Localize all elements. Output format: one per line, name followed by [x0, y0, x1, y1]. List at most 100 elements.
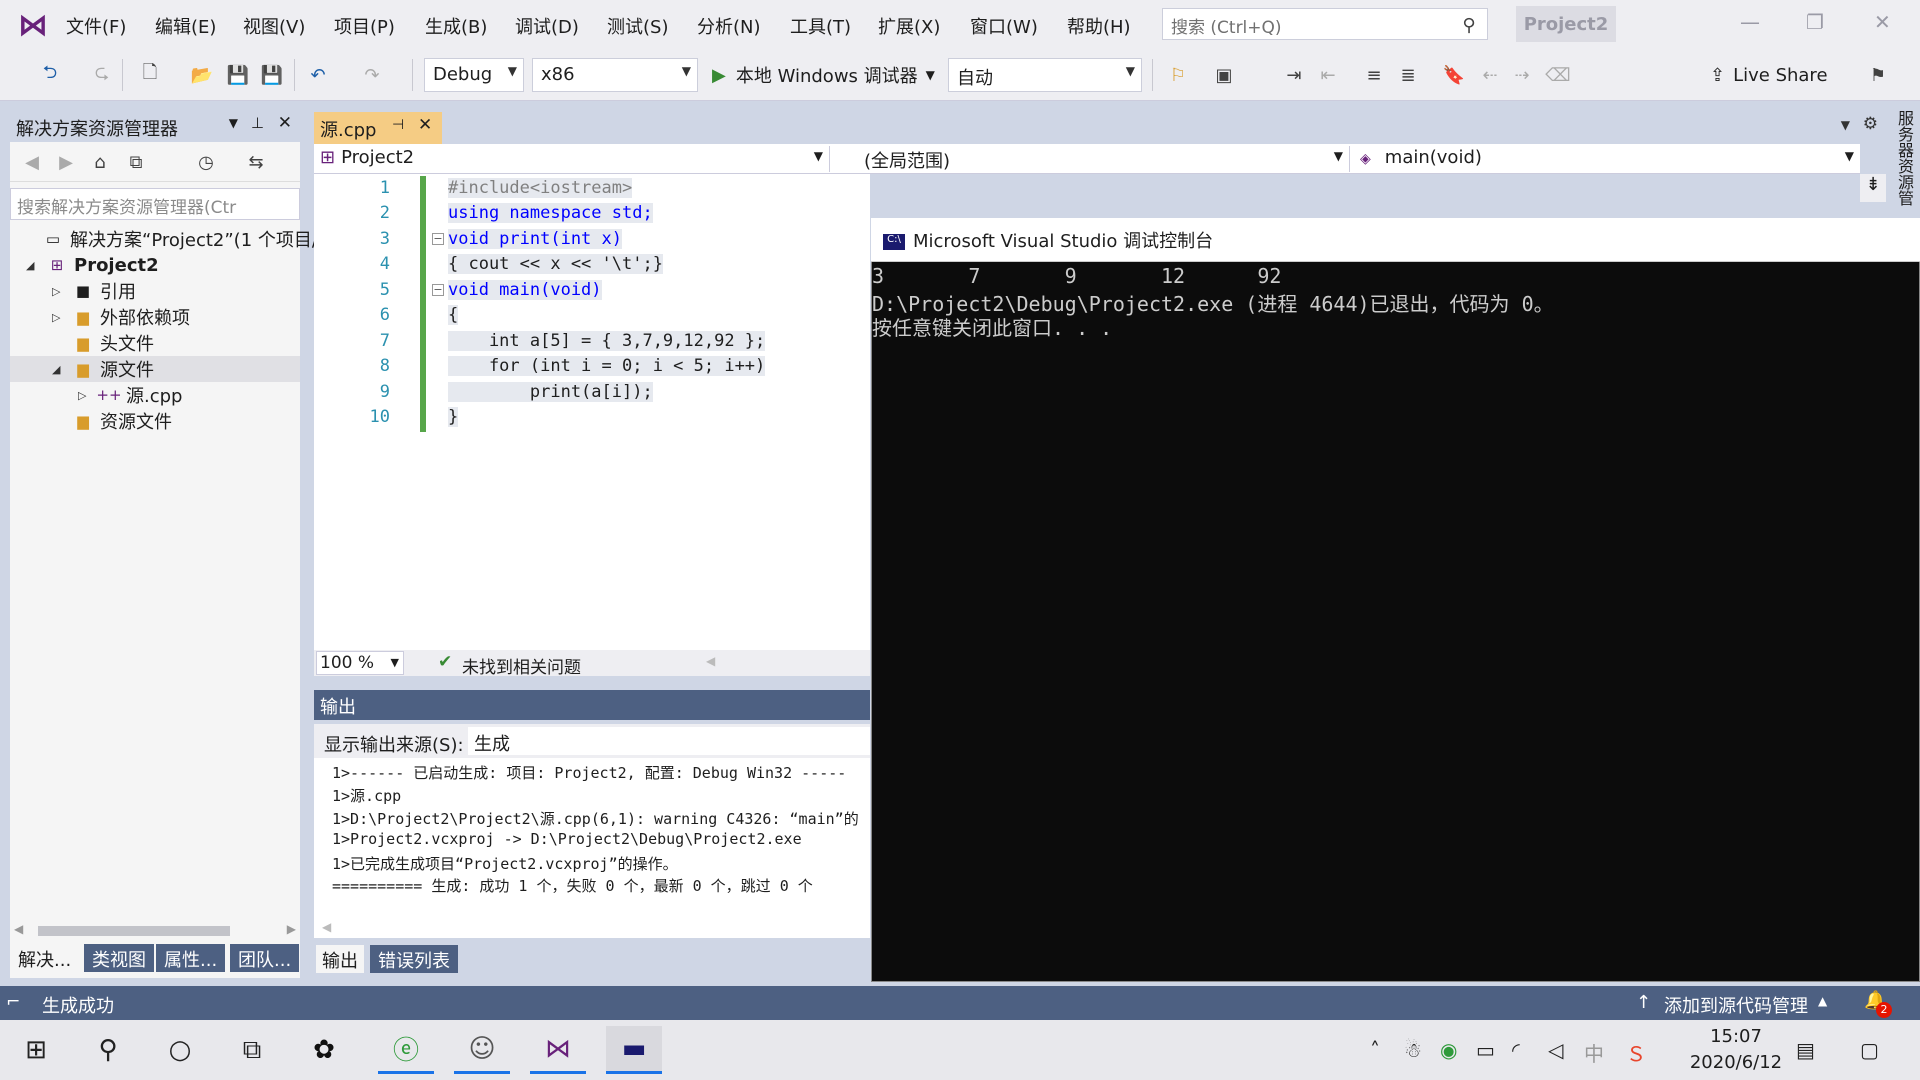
tab-output[interactable]: 输出 [316, 945, 364, 973]
find-icon[interactable]: ⚐ [1164, 61, 1192, 89]
gear-icon[interactable]: ⚙ [1863, 114, 1878, 134]
action-center-icon[interactable]: ▢ [1860, 1038, 1879, 1062]
volume-icon[interactable]: ◁ [1548, 1038, 1563, 1062]
menu-debug[interactable]: 调试(D) [515, 13, 579, 39]
open-folder-icon[interactable]: 📂 [188, 61, 216, 89]
forward-icon[interactable]: ⮎ [88, 61, 116, 89]
debug-console-titlebar[interactable]: C:\ Microsoft Visual Studio 调试控制台 [871, 218, 1920, 262]
menu-help[interactable]: 帮助(H) [1067, 13, 1131, 39]
switch-view-icon[interactable]: ⧉ [122, 148, 150, 176]
issues-status[interactable]: 未找到相关问题 [462, 653, 581, 678]
step-icon[interactable]: ⇥ [1280, 61, 1308, 89]
home-icon[interactable]: ⌂ [86, 148, 114, 176]
code-editor[interactable]: 1 2 3 4 5 6 7 8 9 10 − − #include<iostre… [314, 174, 870, 650]
split-editor-icon[interactable]: ⇟ [1860, 174, 1886, 202]
scroll-right-icon[interactable]: ▶ [287, 922, 296, 936]
prev-bookmark-icon[interactable]: ⇠ [1476, 61, 1504, 89]
tree-references[interactable]: ▷ ■ 引用 [52, 278, 136, 304]
start-debugger-button[interactable]: ▶ 本地 Windows 调试器 ▼ [712, 59, 935, 91]
app-avatar-icon[interactable]: ☺ [454, 1026, 510, 1074]
menu-analyze[interactable]: 分析(N) [697, 13, 761, 39]
output-source-dropdown[interactable]: 生成 [468, 727, 870, 755]
restore-icon[interactable]: ❐ [1806, 10, 1824, 34]
menu-tools[interactable]: 工具(T) [790, 13, 851, 39]
tree-solution[interactable]: ▭ 解决方案“Project2”(1 个项目/ [22, 226, 318, 252]
task-view-icon[interactable]: ⧉ [224, 1026, 280, 1074]
redo-icon[interactable]: ↷ [358, 61, 386, 89]
console-taskbar-icon[interactable]: ▬ [606, 1026, 662, 1074]
config-dropdown[interactable]: Debug ▼ [424, 58, 524, 92]
server-explorer-strip[interactable]: 服务器资源管 [1886, 110, 1920, 218]
tab-team[interactable]: 团队... [230, 944, 300, 972]
sync-icon[interactable]: ⇆ [242, 148, 270, 176]
menu-project[interactable]: 项目(P) [334, 13, 395, 39]
close-window-icon[interactable]: ✕ [1874, 10, 1891, 34]
tab-source-cpp[interactable]: 源.cpp ⊣ ✕ [314, 112, 442, 144]
menu-extensions[interactable]: 扩展(X) [878, 13, 940, 39]
app-pinwheel-icon[interactable]: ✿ [296, 1026, 352, 1074]
scroll-left-icon[interactable]: ◀ [706, 654, 715, 668]
member-nav-dropdown[interactable]: ◈ main(void) ▼ [1354, 146, 1860, 172]
screenshot-icon[interactable]: ▣ [1210, 61, 1238, 89]
step-disabled-icon[interactable]: ⇤ [1314, 61, 1342, 89]
close-icon[interactable]: ✕ [278, 113, 292, 133]
scroll-left-icon[interactable]: ◀ [14, 922, 23, 936]
tab-solution-explorer[interactable]: 解决... [10, 944, 80, 972]
qq-icon[interactable]: ☃ [1404, 1038, 1422, 1062]
clock-date[interactable]: 2020/6/12 [1672, 1052, 1800, 1073]
tab-list-dropdown-icon[interactable]: ▼ [1841, 118, 1850, 132]
scrollbar-thumb[interactable] [38, 926, 230, 936]
output-text-area[interactable]: 1>------ 已启动生成: 项目: Project2, 配置: Debug … [314, 758, 870, 938]
pin-icon[interactable]: ⊣ [392, 117, 404, 133]
next-bookmark-icon[interactable]: ⇢ [1508, 61, 1536, 89]
live-share-button[interactable]: ⇪ Live Share [1710, 61, 1828, 89]
browser-icon[interactable]: ⓔ [378, 1026, 434, 1074]
tree-resource-files[interactable]: ▆ 资源文件 [52, 408, 172, 434]
new-project-icon[interactable]: 🗋 [136, 61, 164, 89]
menu-window[interactable]: 窗口(W) [970, 13, 1038, 39]
close-icon[interactable]: ✕ [418, 115, 432, 135]
zoom-dropdown[interactable]: 100 % ▼ [316, 651, 404, 675]
save-icon[interactable]: 💾 [224, 61, 252, 89]
notes-icon[interactable]: ▤ [1796, 1038, 1815, 1062]
clock-time[interactable]: 15:07 [1696, 1026, 1776, 1047]
menu-test[interactable]: 测试(S) [607, 13, 668, 39]
search-icon[interactable]: ⚲ [80, 1026, 136, 1074]
tab-class-view[interactable]: 类视图 [84, 944, 154, 972]
history-icon[interactable]: ◷ [192, 148, 220, 176]
show-hidden-icons[interactable]: ˄ [1370, 1038, 1380, 1062]
outdent-icon[interactable]: ≡ [1360, 61, 1388, 89]
ime-indicator[interactable]: 中 [1584, 1038, 1604, 1067]
add-source-control-button[interactable]: 添加到源代码管理 [1664, 992, 1808, 1018]
platform-dropdown[interactable]: x86 ▼ [532, 58, 698, 92]
menu-file[interactable]: 文件(F) [66, 13, 126, 39]
visual-studio-icon[interactable]: ⋈ [530, 1026, 586, 1074]
collapse-icon[interactable]: − [432, 233, 444, 245]
indent-icon[interactable]: ≣ [1394, 61, 1422, 89]
forward-icon[interactable]: ▶ [52, 148, 80, 176]
auto-dropdown[interactable]: 自动 ▼ [948, 58, 1142, 92]
clear-bookmarks-icon[interactable]: ⌫ [1544, 61, 1572, 89]
tab-error-list[interactable]: 错误列表 [370, 945, 458, 973]
scope-nav-dropdown[interactable]: (全局范围) ▼ [834, 146, 1350, 172]
menu-edit[interactable]: 编辑(E) [155, 13, 216, 39]
project-nav-dropdown[interactable]: ⊞ Project2 ▼ [314, 146, 830, 172]
menu-build[interactable]: 生成(B) [425, 13, 487, 39]
feedback-icon[interactable]: ⚑ [1864, 61, 1892, 89]
menu-view[interactable]: 视图(V) [243, 13, 305, 39]
save-all-icon[interactable]: 💾 [258, 61, 286, 89]
tree-external-deps[interactable]: ▷ ▆ 外部依赖项 [52, 304, 190, 330]
horizontal-scrollbar[interactable]: ◀ ▶ [10, 918, 300, 944]
minimize-icon[interactable]: — [1740, 10, 1760, 34]
tree-source-cpp[interactable]: ▷ ++ 源.cpp [78, 382, 182, 408]
wifi-icon[interactable]: ◜ [1512, 1038, 1520, 1062]
tree-header-files[interactable]: ▆ 头文件 [52, 330, 154, 356]
windows-start-icon[interactable]: ⊞ [8, 1026, 64, 1074]
security-icon[interactable]: ◉ [1440, 1038, 1457, 1062]
cortana-icon[interactable]: ○ [152, 1026, 208, 1074]
bookmark-icon[interactable]: 🔖 [1440, 61, 1468, 89]
app-s-icon[interactable]: Ｓ [1626, 1038, 1646, 1067]
tree-project[interactable]: ◢ ⊞ Project2 [26, 252, 159, 278]
battery-icon[interactable]: ▭ [1476, 1038, 1495, 1062]
collapse-icon[interactable]: − [432, 284, 444, 296]
